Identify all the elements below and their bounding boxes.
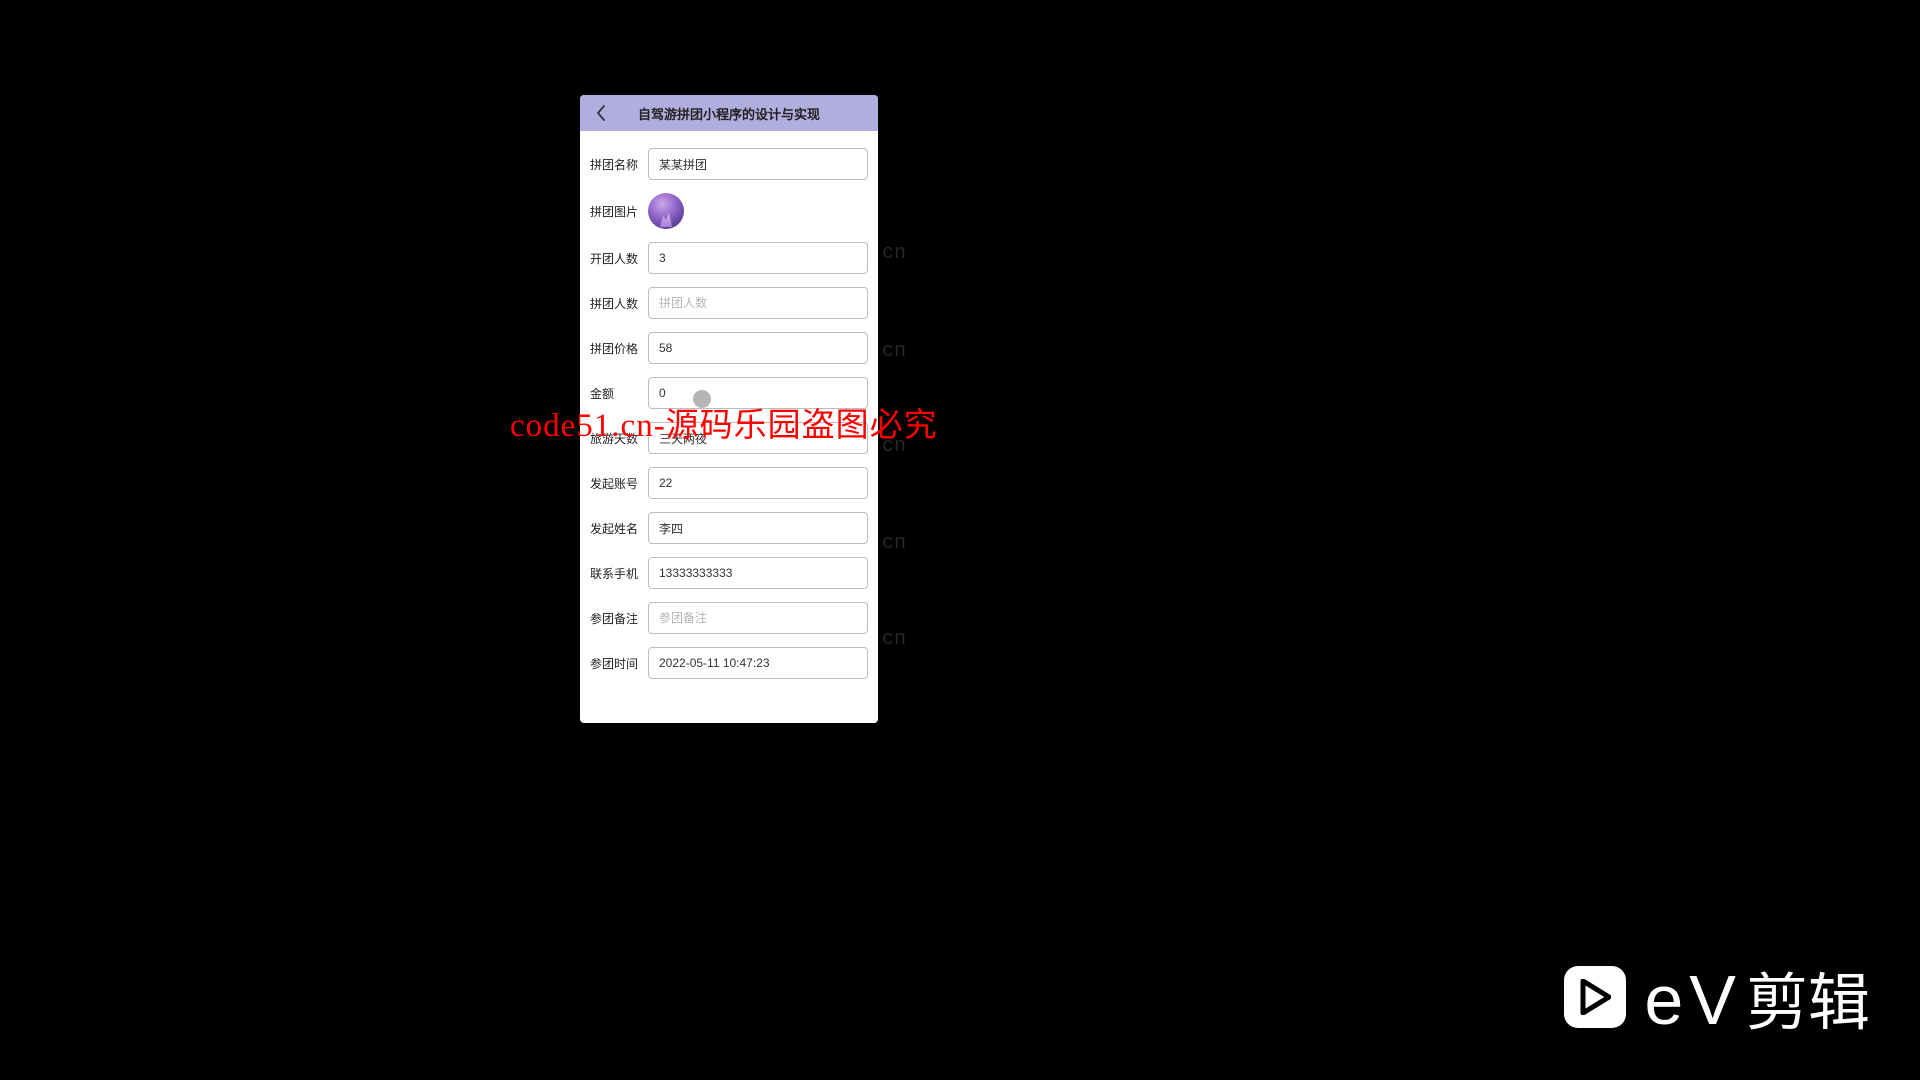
label-group-price: 拼团价格 (590, 340, 648, 357)
ev-logo-cn: 剪辑 (1746, 952, 1870, 1042)
input-group-count[interactable] (648, 287, 868, 319)
input-group-price[interactable] (648, 332, 868, 364)
input-open-count[interactable] (648, 242, 868, 274)
input-travel-days[interactable] (648, 422, 868, 454)
row-group-image: 拼团图片 (590, 193, 868, 229)
label-join-time: 参团时间 (590, 655, 648, 672)
input-amount[interactable] (648, 377, 868, 409)
label-open-count: 开团人数 (590, 250, 648, 267)
row-travel-days: 旅游天数 (590, 422, 868, 454)
label-initiator-acct: 发起账号 (590, 475, 648, 492)
input-group-name[interactable] (648, 148, 868, 180)
row-initiator-acct: 发起账号 (590, 467, 868, 499)
label-remark: 参团备注 (590, 610, 648, 627)
row-amount: 金额 (590, 377, 868, 409)
label-group-name: 拼团名称 (590, 156, 648, 173)
row-phone: 联系手机 (590, 557, 868, 589)
app-header: 自驾游拼团小程序的设计与实现 (580, 95, 878, 131)
label-travel-days: 旅游天数 (590, 430, 648, 447)
label-amount: 金额 (590, 385, 648, 402)
mobile-app-frame: 自驾游拼团小程序的设计与实现 拼团名称 拼团图片 开团人数 拼团人数 拼团价格 … (580, 95, 878, 723)
label-group-count: 拼团人数 (590, 295, 648, 312)
play-icon (1564, 966, 1626, 1028)
row-group-count: 拼团人数 (590, 287, 868, 319)
label-group-image: 拼团图片 (590, 203, 648, 220)
back-icon[interactable] (592, 104, 610, 122)
group-image-thumbnail[interactable] (648, 193, 684, 229)
input-remark[interactable] (648, 602, 868, 634)
row-remark: 参团备注 (590, 602, 868, 634)
label-initiator-name: 发起姓名 (590, 520, 648, 537)
input-phone[interactable] (648, 557, 868, 589)
row-open-count: 开团人数 (590, 242, 868, 274)
input-initiator-acct[interactable] (648, 467, 868, 499)
input-initiator-name[interactable] (648, 512, 868, 544)
row-group-price: 拼团价格 (590, 332, 868, 364)
row-initiator-name: 发起姓名 (590, 512, 868, 544)
ev-logo-v: V (1689, 960, 1736, 1040)
row-join-time: 参团时间 (590, 647, 868, 679)
ev-logo-text: eV 剪辑 (1644, 952, 1870, 1042)
ev-logo-e: e (1644, 960, 1683, 1040)
row-group-name: 拼团名称 (590, 148, 868, 180)
page-title: 自驾游拼团小程序的设计与实现 (580, 104, 878, 123)
form-body: 拼团名称 拼团图片 开团人数 拼团人数 拼团价格 金额 旅游天数 (580, 131, 878, 723)
ev-editor-logo: eV 剪辑 (1564, 952, 1870, 1042)
input-join-time[interactable] (648, 647, 868, 679)
label-phone: 联系手机 (590, 565, 648, 582)
